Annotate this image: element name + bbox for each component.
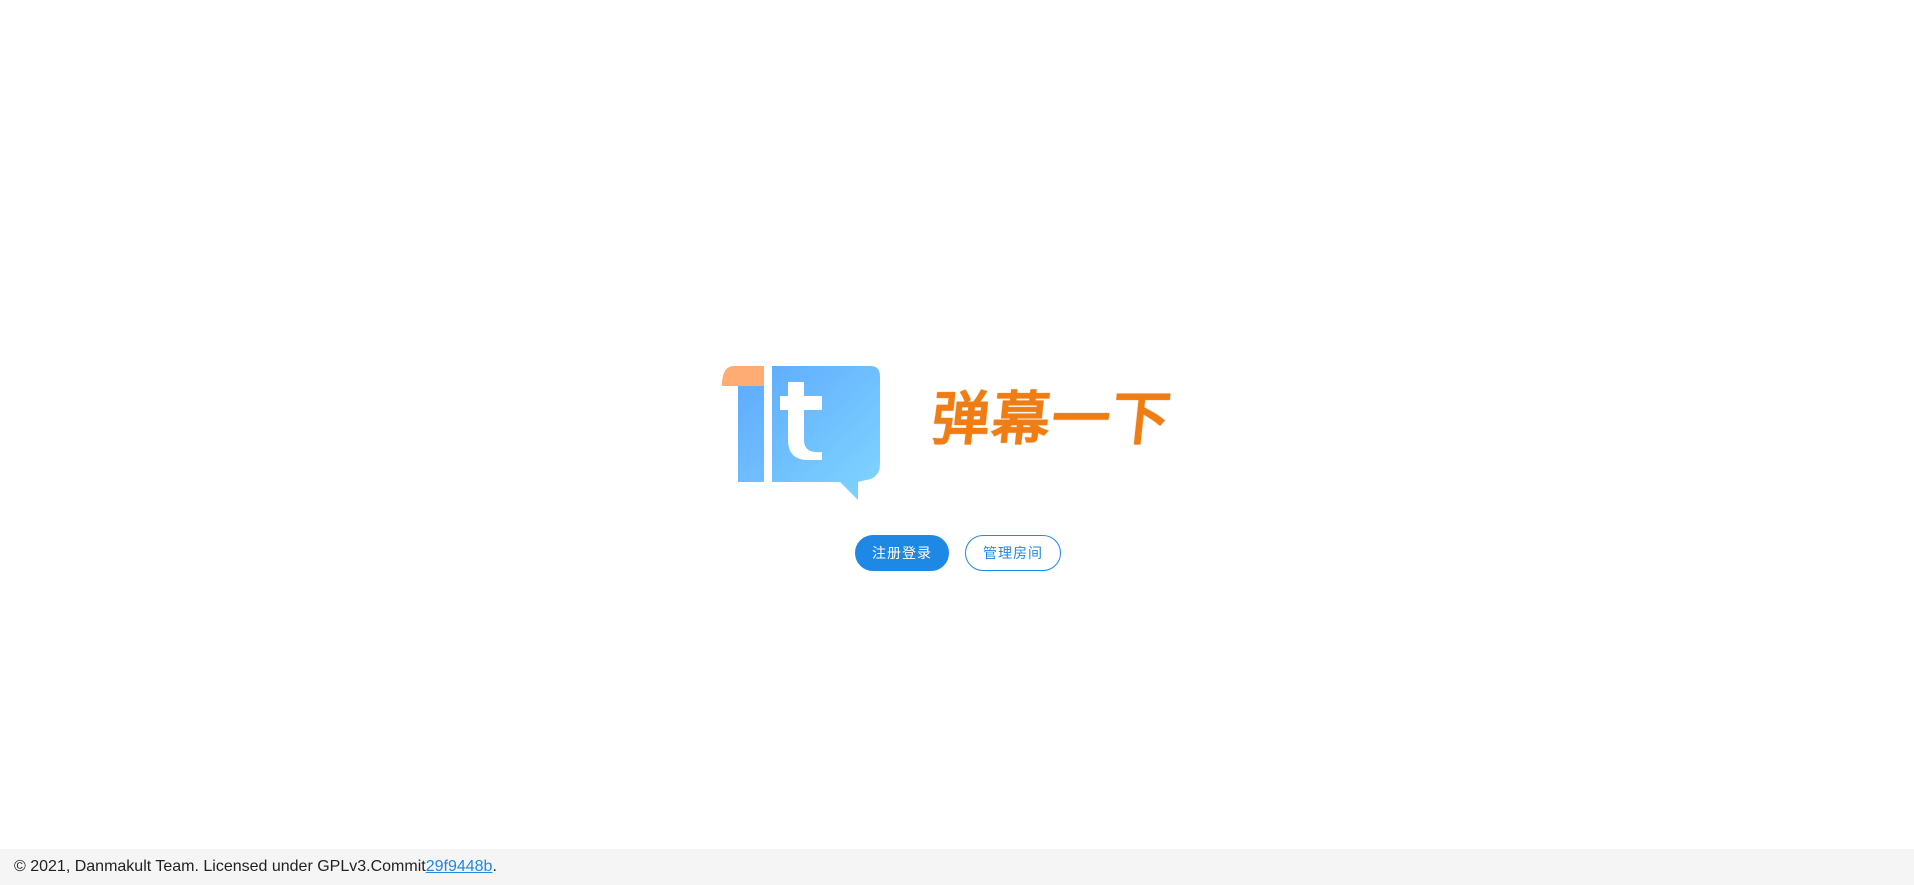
action-buttons: 注册登录 管理房间	[855, 535, 1061, 571]
brand-title: 弹幕一下	[928, 385, 1176, 453]
manage-room-button[interactable]: 管理房间	[965, 535, 1061, 571]
speech-bubble-logo-icon	[722, 366, 880, 500]
landing-page: 弹幕一下 注册登录 管理房间 © 2021, Danmakult Team. L…	[0, 0, 1914, 885]
footer: © 2021, Danmakult Team. Licensed under G…	[0, 849, 1914, 885]
commit-link[interactable]: 29f9448b	[426, 858, 493, 876]
footer-suffix: .	[492, 858, 497, 875]
brand-header: 弹幕一下	[720, 360, 1200, 500]
footer-copyright: © 2021, Danmakult Team. Licensed under G…	[14, 858, 426, 875]
hero-section: 弹幕一下 注册登录 管理房间	[0, 356, 1914, 576]
login-register-button[interactable]: 注册登录	[855, 535, 949, 571]
